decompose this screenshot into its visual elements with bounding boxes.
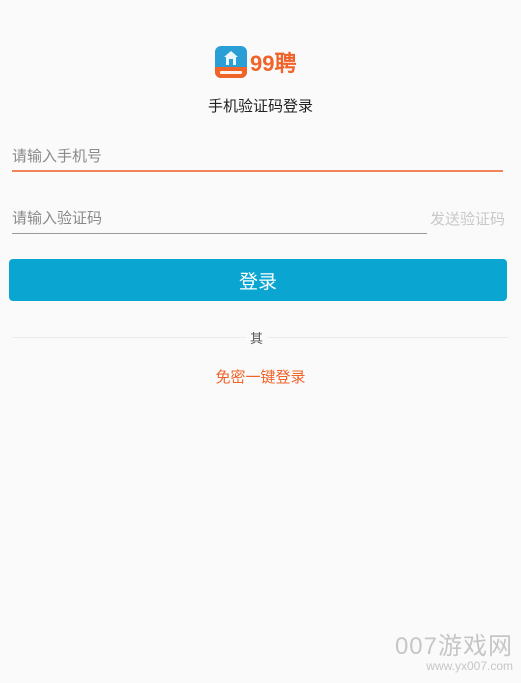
app-logo: 99聘 (215, 46, 296, 78)
watermark: 007游戏网 www.yx007.com (395, 626, 513, 673)
login-page: 99聘 手机验证码登录 发送验证码 登录 其 免密一键登录 007游戏网 www… (0, 0, 521, 683)
verification-code-input[interactable] (12, 204, 427, 232)
code-field (12, 204, 427, 234)
watermark-url: www.yx007.com (426, 659, 513, 673)
other-methods-label: 其 (246, 328, 268, 347)
login-button[interactable]: 登录 (9, 259, 507, 301)
house-badge-icon (215, 46, 247, 78)
phone-underline (12, 170, 503, 172)
logo-text: 99聘 (250, 51, 297, 76)
code-underline (12, 233, 427, 234)
page-title: 手机验证码登录 (207, 97, 313, 115)
phone-field (12, 142, 503, 172)
one-click-login-link[interactable]: 免密一键登录 (0, 366, 521, 387)
watermark-main: 007游戏网 (394, 633, 513, 660)
send-code-button[interactable]: 发送验证码 (430, 208, 505, 229)
phone-input[interactable] (12, 142, 503, 170)
